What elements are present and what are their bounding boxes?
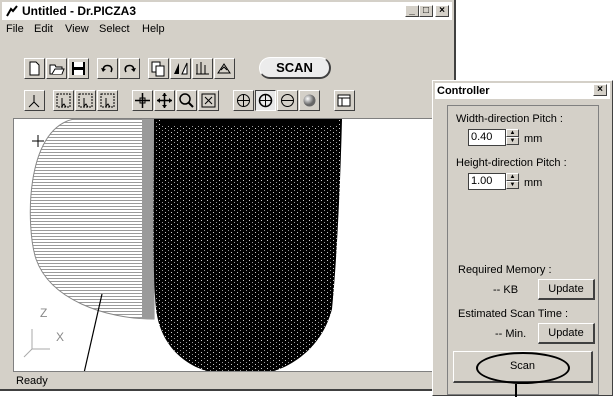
menu-select[interactable]: Select	[99, 23, 130, 35]
select-remove-icon[interactable]	[97, 90, 118, 111]
status-bar: Ready	[13, 374, 433, 389]
rotate-z-icon[interactable]	[277, 90, 298, 111]
open-file-icon[interactable]	[46, 58, 67, 79]
flip-icon[interactable]	[170, 58, 191, 79]
pan-icon[interactable]	[154, 90, 175, 111]
scan-preview-graphic: Z X	[23, 119, 342, 371]
move-icon[interactable]	[132, 90, 153, 111]
height-pitch-label: Height-direction Pitch :	[456, 157, 567, 169]
axis-z-label: Z	[40, 306, 47, 320]
time-value: -- Min.	[495, 328, 527, 340]
menu-bar: File Edit View Select Help	[2, 21, 452, 39]
window-title: Untitled - Dr.PICZA3	[22, 4, 137, 18]
select-icon[interactable]	[53, 90, 74, 111]
height-pitch-field[interactable]: 1.00	[468, 173, 506, 190]
spin-up-icon[interactable]: ▲	[506, 173, 519, 181]
sphere-icon[interactable]	[299, 90, 320, 111]
scan-toolbar-button[interactable]: SCAN	[259, 57, 331, 79]
rotate-xy-icon[interactable]	[255, 90, 276, 111]
axis-icon[interactable]	[24, 90, 45, 111]
align-icon[interactable]	[192, 58, 213, 79]
controller-panel: Controller × Width-direction Pitch : 0.4…	[432, 80, 613, 397]
copy-icon[interactable]	[148, 58, 169, 79]
menu-file[interactable]: File	[6, 23, 24, 35]
spin-up-icon[interactable]: ▲	[506, 129, 519, 137]
height-unit: mm	[524, 177, 543, 189]
mountain-icon[interactable]	[214, 58, 235, 79]
redo-icon[interactable]	[119, 58, 140, 79]
maximize-button[interactable]: □	[419, 5, 433, 17]
update-memory-button[interactable]: Update	[538, 279, 595, 300]
menu-help[interactable]: Help	[142, 23, 165, 35]
new-file-icon[interactable]	[24, 58, 45, 79]
menu-view[interactable]: View	[65, 23, 89, 35]
scan-highlight-ellipse	[476, 352, 570, 384]
width-pitch-spinner[interactable]: ▲ ▼	[506, 129, 519, 146]
model-viewport[interactable]: Z X	[13, 118, 433, 372]
axis-x-label: X	[56, 330, 64, 344]
spin-down-icon[interactable]: ▼	[506, 181, 519, 189]
controller-title-bar[interactable]: Controller ×	[435, 83, 610, 99]
main-window: Untitled - Dr.PICZA3 _ □ × File Edit Vie…	[0, 0, 456, 391]
save-icon[interactable]	[68, 58, 89, 79]
callout-line	[515, 384, 517, 397]
undo-icon[interactable]	[97, 58, 118, 79]
memory-label: Required Memory :	[458, 264, 552, 276]
width-unit: mm	[524, 133, 543, 145]
height-pitch-spinner[interactable]: ▲ ▼	[506, 173, 519, 190]
close-button[interactable]: ×	[435, 5, 449, 17]
update-time-button[interactable]: Update	[538, 323, 595, 344]
settings-icon[interactable]	[334, 90, 355, 111]
menu-edit[interactable]: Edit	[34, 23, 53, 35]
title-bar[interactable]: Untitled - Dr.PICZA3 _ □ ×	[2, 2, 452, 20]
time-label: Estimated Scan Time :	[458, 308, 569, 320]
width-pitch-label: Width-direction Pitch :	[456, 113, 563, 125]
select-add-icon[interactable]	[75, 90, 96, 111]
zoom-icon[interactable]	[176, 90, 197, 111]
rotate-icon[interactable]	[233, 90, 254, 111]
app-icon	[6, 5, 18, 17]
memory-value: -- KB	[493, 284, 519, 296]
status-text: Ready	[16, 375, 48, 387]
width-pitch-field[interactable]: 0.40	[468, 129, 506, 146]
fit-icon[interactable]	[198, 90, 219, 111]
minimize-button[interactable]: _	[405, 5, 419, 17]
controller-title: Controller	[437, 85, 490, 97]
spin-down-icon[interactable]: ▼	[506, 137, 519, 145]
controller-close-button[interactable]: ×	[593, 84, 607, 96]
